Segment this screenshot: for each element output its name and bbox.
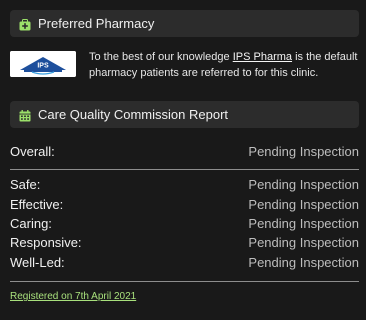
ips-pharma-link[interactable]: IPS Pharma (233, 51, 292, 63)
registered-date-link[interactable]: Registered on 7th April 2021 (10, 291, 136, 302)
rating-label: Overall: (10, 144, 55, 159)
rating-row-effective: Effective: Pending Inspection (10, 197, 359, 215)
preferred-pharmacy-title: Preferred Pharmacy (38, 16, 155, 31)
rating-value: Pending Inspection (248, 144, 359, 159)
rating-value: Pending Inspection (248, 197, 359, 212)
rating-value: Pending Inspection (248, 216, 359, 231)
pharmacy-bag-icon (19, 18, 31, 30)
rating-label: Responsive: (10, 235, 82, 250)
rating-row-well-led: Well-Led: Pending Inspection (10, 255, 359, 273)
rating-row-safe: Safe: Pending Inspection (10, 177, 359, 195)
ips-logo-text: IPS (37, 63, 49, 70)
calendar-icon (19, 109, 31, 121)
rating-value: Pending Inspection (248, 255, 359, 270)
rating-value: Pending Inspection (248, 177, 359, 192)
rating-value: Pending Inspection (248, 235, 359, 250)
pharmacy-description: To the best of our knowledge IPS Pharma … (89, 49, 361, 81)
rating-row-caring: Caring: Pending Inspection (10, 216, 359, 234)
rating-label: Safe: (10, 177, 41, 192)
cqc-report-title: Care Quality Commission Report (38, 107, 229, 122)
preferred-pharmacy-header: Preferred Pharmacy (10, 10, 359, 37)
clinic-info-panel: Preferred Pharmacy IPS To the best of ou… (0, 0, 366, 320)
pharmacy-text-before: To the best of our knowledge (89, 51, 233, 63)
rating-label: Effective: (10, 197, 64, 212)
pharmacy-info: IPS To the best of our knowledge IPS Pha… (10, 49, 359, 83)
rating-label: Well-Led: (10, 255, 65, 270)
divider (10, 169, 359, 170)
rating-row-overall: Overall: Pending Inspection (10, 144, 359, 162)
ips-pharma-logo: IPS (10, 51, 76, 77)
divider (10, 281, 359, 282)
cqc-report-header: Care Quality Commission Report (10, 101, 359, 128)
rating-row-responsive: Responsive: Pending Inspection (10, 235, 359, 253)
rating-label: Caring: (10, 216, 52, 231)
